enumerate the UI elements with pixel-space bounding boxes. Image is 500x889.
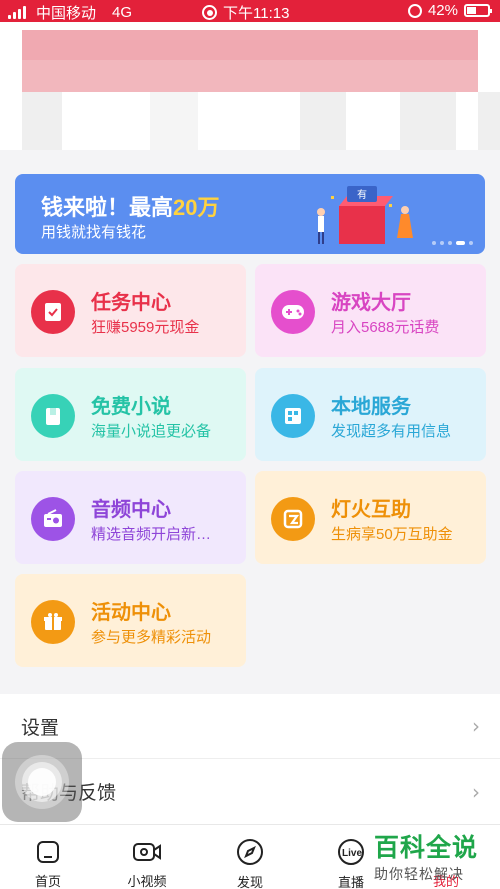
- service-card-game-hall[interactable]: 游戏大厅 月入5688元话费: [255, 264, 486, 357]
- card-subtitle: 参与更多精彩活动: [91, 629, 212, 646]
- card-title: 灯火互助: [331, 499, 411, 521]
- radio-icon: [31, 497, 75, 541]
- mutual-aid-icon: [271, 497, 315, 541]
- chevron-right-icon: ›: [472, 779, 480, 804]
- live-icon: Live: [336, 838, 366, 866]
- battery-icon: [464, 4, 492, 17]
- book-icon: [31, 394, 75, 438]
- service-card-mutual-aid[interactable]: 灯火互助 生病享50万互助金: [255, 471, 486, 564]
- card-title: 本地服务: [331, 396, 411, 418]
- svg-text:Live: Live: [342, 848, 362, 859]
- card-title: 活动中心: [91, 602, 171, 624]
- clock: 下午11:13: [223, 5, 290, 22]
- rotation-lock-icon: [407, 3, 422, 18]
- record-icon: [202, 5, 217, 20]
- gamepad-icon: [271, 290, 315, 334]
- banner-title: 钱来啦！最高20万: [41, 195, 220, 220]
- service-card-free-novels[interactable]: 免费小说 海量小说追更必备: [15, 368, 246, 461]
- chevron-right-icon: ›: [472, 714, 480, 738]
- card-subtitle: 发现超多有用信息: [331, 423, 452, 440]
- card-title: 任务中心: [91, 292, 171, 314]
- carrier-name: 中国移动: [36, 5, 97, 22]
- card-subtitle: 狂赚5959元现金: [91, 319, 200, 336]
- status-bar: 中国移动 4G 下午11:13 42%: [0, 0, 500, 22]
- tab-label: 首页: [34, 874, 61, 889]
- tab-discover[interactable]: 发现: [210, 825, 290, 889]
- service-card-audio-center[interactable]: 音频中心 精选音频开启新…: [15, 471, 246, 564]
- tab-label: 小视频: [127, 874, 167, 889]
- gift-icon: [31, 600, 75, 644]
- card-subtitle: 精选音频开启新…: [91, 526, 212, 543]
- service-card-local-services[interactable]: 本地服务 发现超多有用信息: [255, 368, 486, 461]
- task-icon: [31, 290, 75, 334]
- local-service-icon: [271, 394, 315, 438]
- blurred-profile-header: [0, 22, 500, 150]
- card-subtitle: 月入5688元话费: [331, 319, 440, 336]
- svg-text:有: 有: [357, 188, 367, 201]
- banner-pagination[interactable]: [432, 241, 473, 245]
- tab-short-video[interactable]: 小视频: [107, 825, 187, 889]
- home-icon: [33, 838, 63, 865]
- network-type: 4G: [112, 4, 133, 21]
- assistive-touch-button[interactable]: [2, 742, 82, 822]
- loan-promo-banner[interactable]: 钱来啦！最高20万 用钱就找有钱花 有: [15, 174, 485, 254]
- video-camera-icon: [132, 838, 162, 865]
- card-title: 游戏大厅: [331, 292, 411, 314]
- card-title: 免费小说: [91, 396, 171, 418]
- card-subtitle: 海量小说追更必备: [91, 423, 212, 440]
- gift-box-illustration: 有: [317, 186, 413, 244]
- compass-icon: [235, 838, 265, 866]
- service-card-event-center[interactable]: 活动中心 参与更多精彩活动: [15, 574, 246, 667]
- banner-subtitle: 用钱就找有钱花: [41, 224, 147, 241]
- tab-label: 发现: [236, 875, 263, 889]
- card-title: 音频中心: [91, 499, 171, 521]
- tab-label: 直播: [337, 875, 364, 889]
- service-card-task-center[interactable]: 任务中心 狂赚5959元现金: [15, 264, 246, 357]
- settings-label: 设置: [21, 717, 60, 739]
- tab-home[interactable]: 首页: [8, 825, 88, 889]
- card-subtitle: 生病享50万互助金: [331, 526, 453, 543]
- signal-icon: [8, 6, 26, 19]
- watermark-subtitle: 助你轻松解决: [374, 866, 464, 882]
- watermark: 百科全说 助你轻松解决: [374, 828, 490, 884]
- battery-percent: 42%: [427, 2, 458, 19]
- watermark-title: 百科全说: [374, 834, 479, 862]
